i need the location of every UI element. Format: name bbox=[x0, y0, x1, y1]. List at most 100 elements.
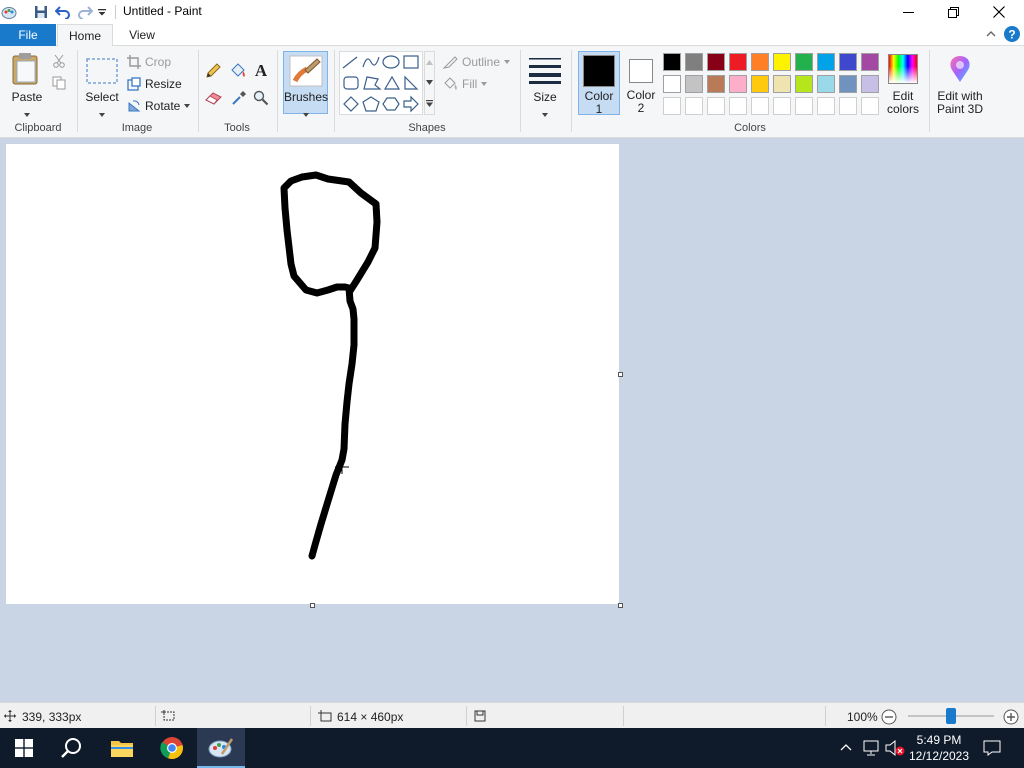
canvas-resize-handle-right[interactable] bbox=[618, 372, 623, 377]
brushes-button[interactable]: Brushes bbox=[283, 51, 328, 117]
palette-color-swatch[interactable] bbox=[663, 53, 681, 71]
canvas-resize-handle-corner[interactable] bbox=[618, 603, 623, 608]
palette-custom-swatch[interactable] bbox=[795, 97, 813, 115]
resize-icon bbox=[127, 77, 141, 91]
paint-app-icon[interactable] bbox=[0, 3, 18, 21]
palette-color-swatch[interactable] bbox=[817, 53, 835, 71]
text-icon[interactable]: A bbox=[253, 61, 269, 82]
fill-bucket-icon[interactable] bbox=[229, 63, 247, 82]
resize-button[interactable]: Resize bbox=[127, 76, 182, 92]
paint-taskbar-button[interactable] bbox=[197, 728, 245, 768]
drawing-canvas[interactable] bbox=[6, 144, 619, 604]
group-separator bbox=[571, 50, 572, 132]
palette-color-swatch[interactable] bbox=[707, 53, 725, 71]
palette-color-swatch[interactable] bbox=[795, 53, 813, 71]
scroll-up-icon[interactable] bbox=[426, 60, 433, 65]
tab-file[interactable]: File bbox=[0, 24, 56, 46]
color2-button[interactable]: Color 2 bbox=[622, 51, 660, 115]
start-button[interactable] bbox=[0, 728, 48, 768]
help-icon[interactable]: ? bbox=[1004, 26, 1020, 45]
restore-icon[interactable] bbox=[930, 0, 976, 24]
volume-muted-icon[interactable] bbox=[885, 740, 905, 756]
title-separator bbox=[115, 5, 116, 19]
gallery-more-icon[interactable] bbox=[426, 100, 433, 107]
zoom-slider-thumb[interactable] bbox=[946, 708, 956, 724]
palette-color-swatch[interactable] bbox=[773, 75, 791, 93]
selection-size-icon bbox=[161, 710, 175, 721]
palette-color-swatch[interactable] bbox=[729, 53, 747, 71]
zoom-in-icon[interactable] bbox=[1003, 709, 1019, 725]
select-dropdown-icon[interactable] bbox=[99, 106, 105, 120]
palette-color-swatch[interactable] bbox=[773, 53, 791, 71]
file-explorer-button[interactable] bbox=[98, 728, 146, 768]
palette-color-swatch[interactable] bbox=[839, 75, 857, 93]
outline-button[interactable]: Outline bbox=[443, 54, 511, 70]
close-icon[interactable] bbox=[976, 0, 1022, 24]
brushes-dropdown-icon[interactable] bbox=[303, 106, 309, 120]
rotate-dropdown-icon[interactable] bbox=[184, 104, 191, 108]
paste-dropdown-icon[interactable] bbox=[24, 106, 30, 120]
customize-toolbar-icon[interactable] bbox=[95, 3, 109, 21]
fill-button[interactable]: Fill bbox=[443, 76, 488, 92]
palette-color-swatch[interactable] bbox=[861, 53, 879, 71]
rotate-button[interactable]: Rotate bbox=[127, 98, 191, 114]
palette-custom-swatch[interactable] bbox=[663, 97, 681, 115]
palette-custom-swatch[interactable] bbox=[861, 97, 879, 115]
size-dropdown-icon[interactable] bbox=[542, 106, 548, 120]
palette-color-swatch[interactable] bbox=[795, 75, 813, 93]
palette-color-swatch[interactable] bbox=[839, 53, 857, 71]
palette-color-swatch[interactable] bbox=[707, 75, 725, 93]
palette-color-swatch[interactable] bbox=[861, 75, 879, 93]
palette-color-swatch[interactable] bbox=[751, 53, 769, 71]
select-button[interactable]: Select bbox=[82, 50, 122, 117]
cut-icon[interactable] bbox=[52, 54, 66, 71]
redo-icon[interactable] bbox=[76, 3, 94, 21]
palette-color-swatch[interactable] bbox=[685, 75, 703, 93]
undo-icon[interactable] bbox=[54, 3, 72, 21]
palette-custom-swatch[interactable] bbox=[773, 97, 791, 115]
minimize-icon[interactable] bbox=[885, 0, 931, 24]
notification-icon[interactable] bbox=[983, 740, 1001, 756]
status-separator bbox=[466, 706, 467, 726]
edit-colors-icon bbox=[888, 54, 918, 84]
chrome-button[interactable] bbox=[148, 728, 196, 768]
crop-button[interactable]: Crop bbox=[127, 54, 171, 70]
status-separator bbox=[825, 706, 826, 726]
color1-button[interactable]: Color 1 bbox=[578, 51, 620, 116]
eraser-icon[interactable] bbox=[205, 91, 223, 108]
pencil-icon[interactable] bbox=[205, 63, 221, 82]
paste-button[interactable]: Paste bbox=[6, 50, 48, 117]
palette-custom-swatch[interactable] bbox=[707, 97, 725, 115]
palette-color-swatch[interactable] bbox=[817, 75, 835, 93]
edit-colors-label-line2: colors bbox=[886, 102, 919, 116]
canvas-resize-handle-bottom[interactable] bbox=[310, 603, 315, 608]
edit-colors-button[interactable]: Edit colors bbox=[884, 50, 922, 116]
copy-icon[interactable] bbox=[52, 76, 66, 93]
clock[interactable]: 5:49 PM 12/12/2023 bbox=[904, 732, 974, 764]
palette-color-swatch[interactable] bbox=[663, 75, 681, 93]
search-button[interactable] bbox=[48, 728, 96, 768]
tab-view[interactable]: View bbox=[114, 24, 170, 46]
size-button[interactable]: Size bbox=[525, 50, 565, 117]
shapes-scrollbar[interactable] bbox=[424, 51, 435, 115]
chevron-up-icon[interactable] bbox=[840, 743, 852, 751]
palette-custom-swatch[interactable] bbox=[751, 97, 769, 115]
palette-color-swatch[interactable] bbox=[751, 75, 769, 93]
save-icon[interactable] bbox=[32, 3, 50, 21]
palette-custom-swatch[interactable] bbox=[839, 97, 857, 115]
palette-custom-swatch[interactable] bbox=[817, 97, 835, 115]
clock-time: 5:49 PM bbox=[916, 733, 962, 747]
zoom-out-icon[interactable] bbox=[881, 709, 897, 725]
palette-custom-swatch[interactable] bbox=[729, 97, 747, 115]
tab-home[interactable]: Home bbox=[57, 24, 113, 47]
palette-color-swatch[interactable] bbox=[729, 75, 747, 93]
palette-custom-swatch[interactable] bbox=[685, 97, 703, 115]
minimize-ribbon-icon[interactable] bbox=[985, 28, 997, 43]
edit-with-paint3d-button[interactable]: Edit with Paint 3D bbox=[932, 50, 988, 116]
color-picker-icon[interactable] bbox=[231, 90, 247, 109]
magnifier-icon[interactable] bbox=[253, 90, 269, 109]
title-bar: Untitled - Paint bbox=[0, 0, 1024, 24]
network-icon[interactable] bbox=[863, 740, 879, 756]
scroll-down-icon[interactable] bbox=[426, 80, 433, 85]
palette-color-swatch[interactable] bbox=[685, 53, 703, 71]
